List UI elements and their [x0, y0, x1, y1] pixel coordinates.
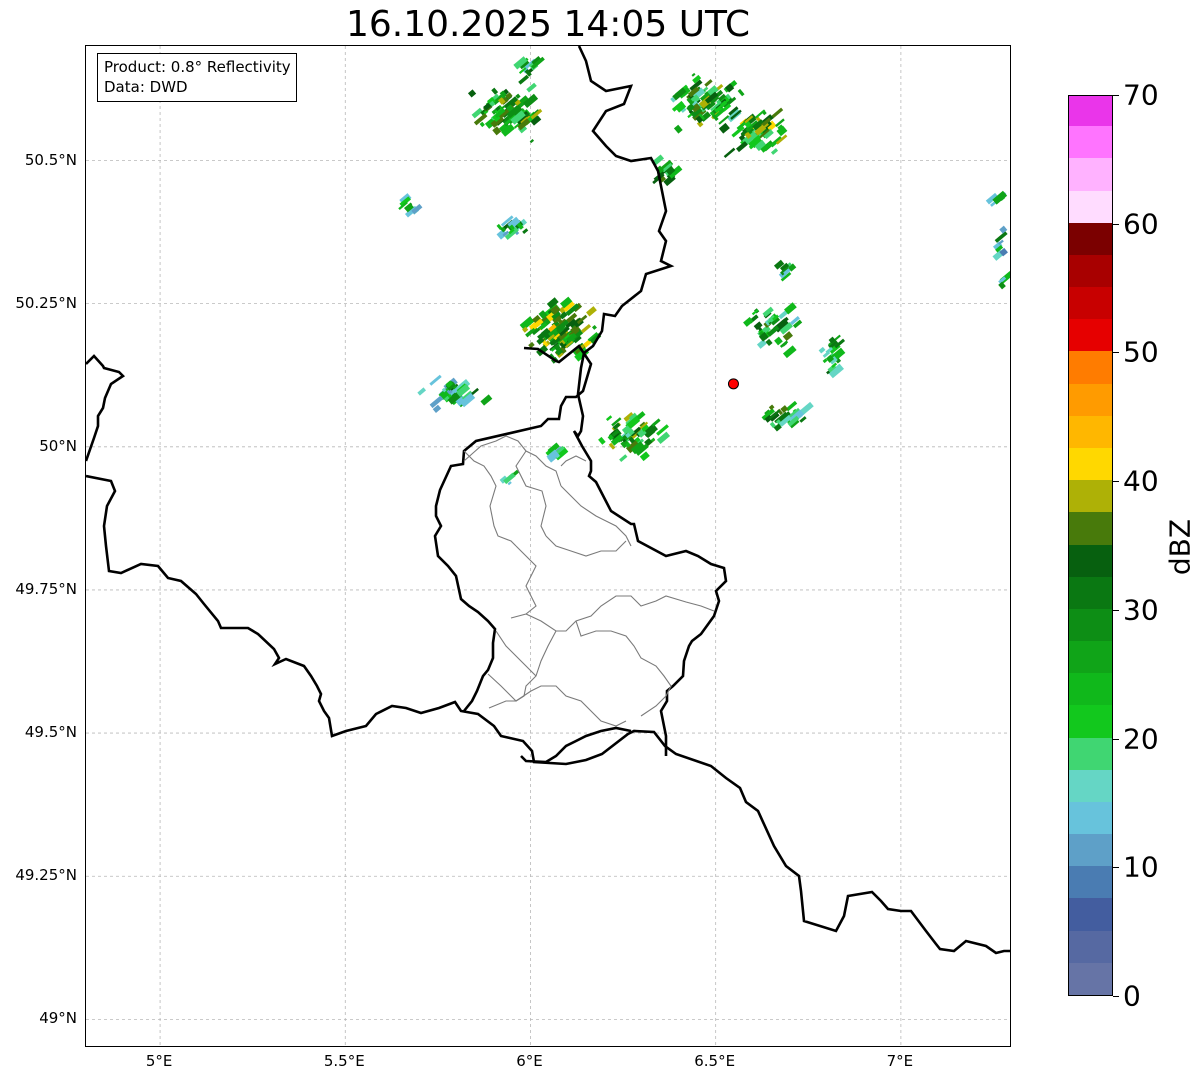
echo-cluster: [417, 374, 493, 413]
colorbar-segment: [1069, 576, 1112, 609]
country-border-fr-south: [86, 474, 1010, 955]
colorbar-tick-label: 40: [1123, 464, 1159, 498]
echo-cluster: [985, 190, 1008, 207]
colorbar-segment: [1069, 254, 1112, 288]
radar-site: [727, 378, 739, 390]
colorbar-tick-label: 30: [1123, 593, 1159, 627]
echo-cluster: [545, 442, 569, 463]
colorbar-segment: [1069, 865, 1112, 899]
colorbar-segment: [1069, 801, 1112, 835]
colorbar-tick-mark: [1113, 738, 1119, 740]
echo-cluster: [992, 225, 1010, 290]
colorbar-segment: [1069, 736, 1112, 770]
colorbar-segment: [1069, 125, 1112, 159]
product-label: Product: 0.8° Reflectivity: [104, 58, 291, 76]
colorbar-segment: [1069, 286, 1112, 320]
colorbar-segment: [1069, 479, 1112, 513]
colorbar-segment: [1069, 96, 1112, 127]
colorbar-segment: [1069, 543, 1112, 577]
colorbar-segment: [1069, 769, 1112, 802]
echo-cluster: [598, 411, 671, 463]
radar-site-marker: [727, 378, 739, 390]
country-borders: [86, 46, 1010, 955]
colorbar-segment: [1069, 962, 1112, 995]
colorbar-tick-label: 20: [1123, 722, 1159, 756]
colorbar-segment: [1069, 640, 1112, 674]
map-canvas: [86, 46, 1010, 1046]
colorbar-segment: [1069, 350, 1112, 384]
echo-cluster: [513, 56, 545, 77]
colorbar: [1068, 95, 1113, 996]
colorbar-tick-mark: [1113, 352, 1119, 354]
echo-cluster: [519, 296, 602, 364]
lon-tick-label: 6.5°E: [694, 1052, 736, 1070]
reflectivity-echoes: [398, 56, 1010, 486]
echo-cluster: [398, 193, 423, 218]
product-info-box: Product: 0.8° Reflectivity Data: DWD: [97, 53, 297, 102]
lon-tick-label: 5°E: [145, 1052, 173, 1070]
colorbar-tick-label: 60: [1123, 207, 1159, 241]
country-border-de-lu-fr: [572, 46, 728, 756]
map-title: 16.10.2025 14:05 UTC: [345, 4, 751, 45]
echo-cluster: [499, 469, 520, 486]
echo-cluster: [670, 72, 745, 134]
echo-cluster: [651, 154, 683, 187]
colorbar-segment: [1069, 157, 1112, 191]
colorbar-tick-mark: [1113, 223, 1119, 225]
lat-tick-label: 50.25°N: [15, 293, 77, 312]
colorbar-tick-label: 70: [1123, 78, 1159, 112]
echo-cluster: [496, 215, 529, 240]
lon-tick-label: 6°E: [516, 1052, 543, 1070]
colorbar-segment: [1069, 608, 1112, 642]
graticule: [86, 46, 1010, 1046]
lat-tick-label: 50.5°N: [24, 150, 77, 169]
lon-tick-label: 5.5°E: [323, 1052, 365, 1070]
colorbar-segment: [1069, 511, 1112, 545]
lat-tick-label: 49.75°N: [15, 579, 77, 598]
colorbar-tick-label: 50: [1123, 335, 1159, 369]
colorbar-segment: [1069, 672, 1112, 706]
colorbar-segment: [1069, 897, 1112, 931]
colorbar-segment: [1069, 704, 1112, 738]
echo-cluster: [761, 400, 814, 432]
colorbar-segment: [1069, 383, 1112, 416]
colorbar-segment: [1069, 189, 1112, 223]
colorbar-tick-mark: [1113, 609, 1119, 611]
echo-cluster: [467, 74, 543, 144]
colorbar-tick-mark: [1113, 95, 1119, 96]
lon-tick-label: 7°E: [886, 1052, 914, 1070]
data-source-label: Data: DWD: [104, 78, 188, 96]
colorbar-tick-mark: [1113, 996, 1119, 997]
colorbar-segment: [1069, 833, 1112, 867]
echo-cluster: [743, 302, 803, 359]
colorbar-segment: [1069, 415, 1112, 448]
colorbar-tick-mark: [1113, 481, 1119, 483]
colorbar-segment: [1069, 930, 1112, 963]
colorbar-tick-label: 10: [1123, 850, 1159, 884]
colorbar-segment: [1069, 447, 1112, 481]
colorbar-tick-mark: [1113, 867, 1119, 869]
echo-cluster: [818, 334, 846, 379]
colorbar-segment: [1069, 222, 1112, 255]
radar-map[interactable]: [85, 45, 1011, 1047]
lat-tick-label: 49°N: [39, 1009, 77, 1028]
colorbar-segment: [1069, 318, 1112, 352]
colorbar-tick-label: 0: [1123, 979, 1141, 1013]
colorbar-label: dBZ: [1163, 518, 1197, 576]
lat-tick-label: 50°N: [39, 436, 77, 455]
country-border-fr-be: [86, 354, 126, 462]
echo-cluster: [773, 259, 797, 282]
lat-tick-label: 49.25°N: [15, 866, 77, 885]
lat-tick-label: 49.5°N: [24, 723, 77, 742]
